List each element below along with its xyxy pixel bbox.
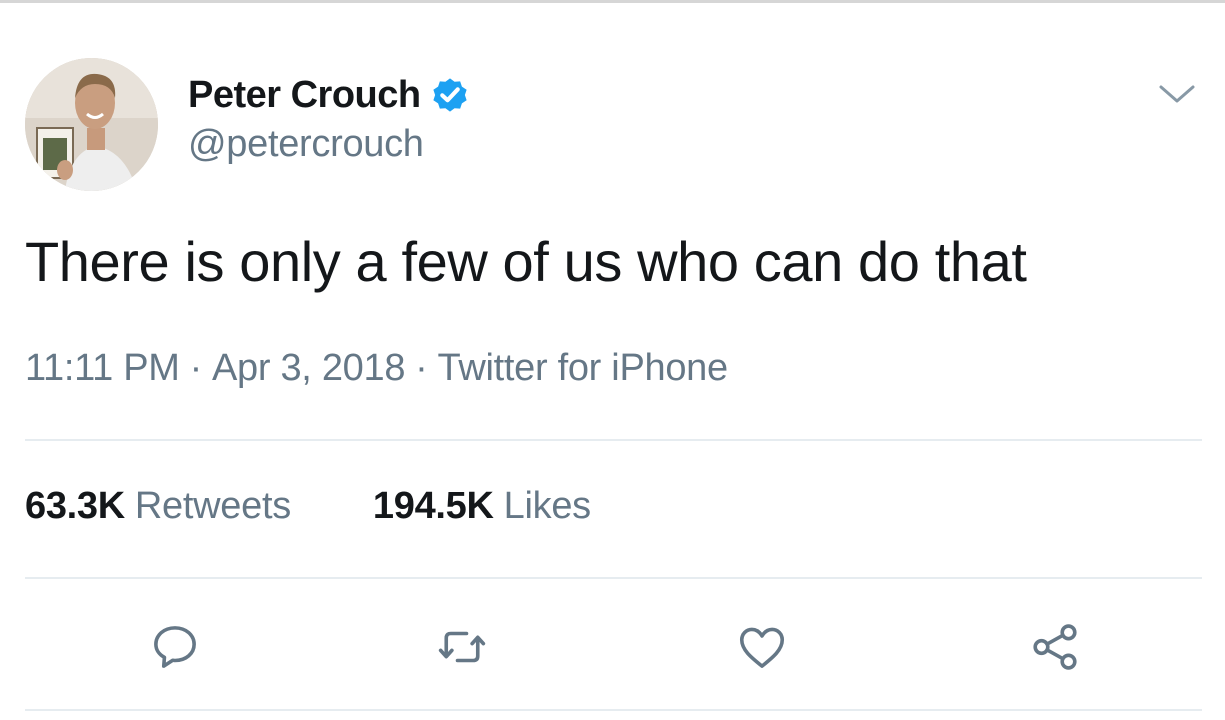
divider: [25, 709, 1202, 711]
profile-photo: [25, 58, 158, 191]
tweet-card: Peter Crouch @petercrouch There is only …: [0, 0, 1225, 720]
display-name[interactable]: Peter Crouch: [188, 74, 421, 117]
user-handle[interactable]: @petercrouch: [188, 123, 424, 166]
chevron-down-icon[interactable]: [1156, 79, 1198, 109]
avatar[interactable]: [25, 58, 158, 191]
likes-label: Likes: [503, 485, 592, 527]
retweets-stat[interactable]: 63.3K Retweets: [25, 485, 291, 528]
retweet-arrows-icon: [438, 631, 486, 663]
retweets-label: Retweets: [134, 485, 291, 527]
meta-separator: ·: [189, 347, 203, 389]
tweet-time[interactable]: 11:11 PM: [25, 347, 180, 389]
author-name-row[interactable]: Peter Crouch: [188, 73, 471, 117]
heart-icon: [739, 627, 785, 668]
retweet-button[interactable]: [432, 617, 492, 677]
likes-count: 194.5K: [372, 485, 494, 527]
divider: [25, 439, 1202, 441]
tweet-meta: 11:11 PM · Apr 3, 2018 · Twitter for iPhone: [25, 347, 728, 390]
verified-badge-icon: [433, 78, 467, 112]
likes-stat[interactable]: 194.5K Likes: [373, 485, 591, 528]
meta-separator: ·: [415, 347, 428, 389]
reply-button[interactable]: [145, 617, 205, 677]
share-nodes-icon: [1033, 624, 1077, 670]
retweets-count: 63.3K: [25, 485, 125, 527]
engagement-stats: 63.3K Retweets 194.5K Likes: [25, 485, 591, 528]
tweet-date[interactable]: Apr 3, 2018: [212, 347, 405, 389]
speech-bubble-icon: [154, 626, 196, 668]
like-button[interactable]: [732, 617, 792, 677]
tweet-text: There is only a few of us who can do tha…: [25, 230, 1027, 293]
divider: [25, 577, 1202, 579]
tweet-source[interactable]: Twitter for iPhone: [438, 347, 729, 389]
share-button[interactable]: [1025, 617, 1085, 677]
